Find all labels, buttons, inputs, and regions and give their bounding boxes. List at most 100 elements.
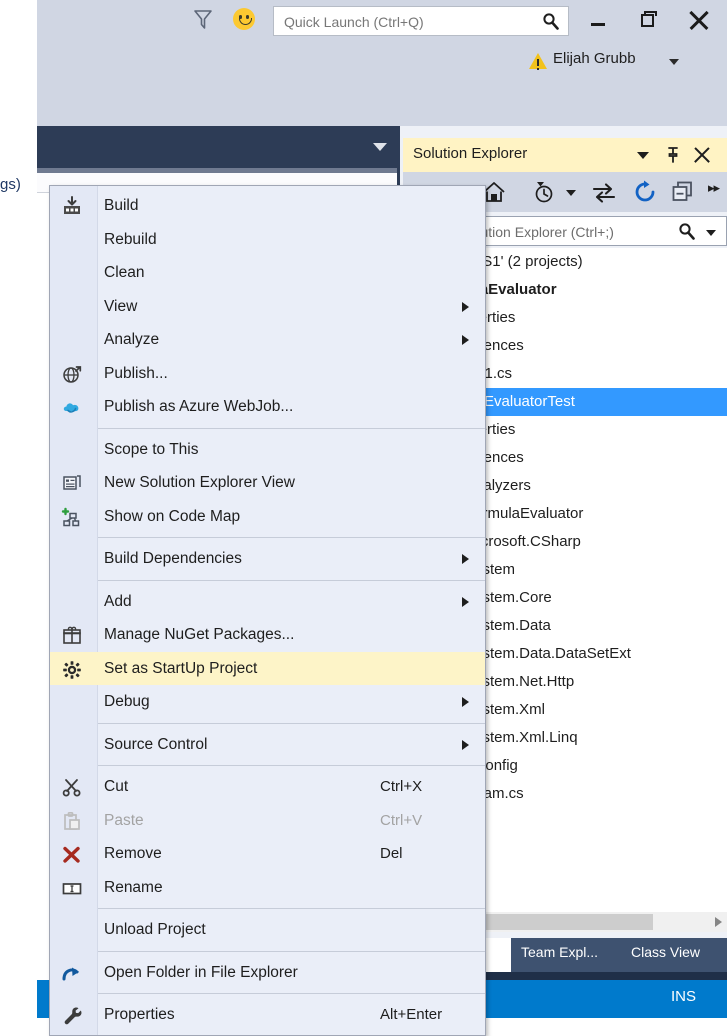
pending-changes-history-icon[interactable]	[531, 180, 557, 204]
menu-item-new-solution-explorer-view[interactable]: New Solution Explorer View	[50, 466, 485, 500]
menu-separator	[98, 537, 485, 538]
menu-item-cut[interactable]: Cut Ctrl+X	[50, 770, 485, 804]
menu-item-add[interactable]: Add	[50, 585, 485, 619]
close-button[interactable]	[684, 6, 714, 34]
tool-window-tab-team-expl[interactable]: Team Expl...	[521, 944, 598, 960]
editor-code-fragment: gs)	[0, 176, 21, 193]
title-bar-area: Elijah Grubb	[37, 0, 727, 126]
restore-icon-back	[644, 11, 657, 16]
chevron-down-icon[interactable]	[566, 190, 576, 196]
menu-item-properties[interactable]: Properties Alt+Enter	[50, 998, 485, 1032]
sync-with-active-document-icon[interactable]	[591, 180, 617, 204]
refresh-icon[interactable]	[633, 180, 657, 204]
restore-button[interactable]	[633, 6, 663, 34]
menu-item-shortcut: Ctrl+V	[380, 804, 422, 838]
scroll-right-arrow-icon[interactable]	[715, 917, 722, 927]
menu-item-label: Unload Project	[104, 913, 206, 947]
remove-x-icon	[61, 844, 83, 864]
menu-item-scope-to-this[interactable]: Scope to This	[50, 433, 485, 467]
publish-globe-icon	[61, 364, 83, 384]
search-icon[interactable]	[678, 222, 696, 241]
menu-item-label: Publish...	[104, 357, 168, 391]
project-context-menu: BuildRebuildCleanViewAnalyzePublish...Pu…	[49, 185, 486, 1036]
menu-item-set-as-startup-project[interactable]: Set as StartUp Project	[50, 652, 485, 686]
toolbar-overflow-icon[interactable]: ▸▸	[708, 180, 719, 196]
menu-item-label: Rename	[104, 871, 163, 905]
menu-item-shortcut: Del	[380, 837, 403, 871]
submenu-arrow-icon	[462, 554, 469, 564]
menu-separator	[98, 428, 485, 429]
menu-item-label: Show on Code Map	[104, 500, 240, 534]
search-icon[interactable]	[542, 12, 560, 31]
menu-item-publish[interactable]: Publish...	[50, 357, 485, 391]
menu-item-label: New Solution Explorer View	[104, 466, 295, 500]
menu-item-remove[interactable]: Remove Del	[50, 837, 485, 871]
menu-item-label: Open Folder in File Explorer	[104, 956, 298, 990]
smiley-mouth	[239, 18, 252, 25]
menu-item-clean[interactable]: Clean	[50, 256, 485, 290]
menu-item-label: Remove	[104, 837, 162, 871]
minimize-button[interactable]	[583, 6, 613, 34]
menu-item-label: Rebuild	[104, 223, 157, 257]
menu-item-show-on-code-map[interactable]: Show on Code Map	[50, 500, 485, 534]
account-row: Elijah Grubb	[37, 44, 727, 78]
close-icon[interactable]	[691, 145, 713, 165]
build-icon	[61, 196, 83, 216]
menu-item-unload-project[interactable]: Unload Project	[50, 913, 485, 947]
smiley-feedback-icon[interactable]	[233, 8, 255, 30]
code-map-icon	[61, 507, 83, 527]
menu-item-build-dependencies[interactable]: Build Dependencies	[50, 542, 485, 576]
menu-item-rebuild[interactable]: Rebuild	[50, 223, 485, 257]
menu-separator	[98, 580, 485, 581]
cut-scissors-icon	[61, 777, 83, 797]
menu-item-label: Build Dependencies	[104, 542, 242, 576]
menu-item-shortcut: Ctrl+X	[380, 770, 422, 804]
account-name[interactable]: Elijah Grubb	[553, 50, 636, 67]
menu-item-publish-as-azure-webjob[interactable]: Publish as Azure WebJob...	[50, 390, 485, 424]
menu-item-open-folder-in-file-explorer[interactable]: Open Folder in File Explorer	[50, 956, 485, 990]
menu-separator	[98, 951, 485, 952]
nuget-icon	[61, 625, 83, 645]
chevron-down-icon[interactable]	[706, 230, 716, 236]
menu-item-label: Clean	[104, 256, 145, 290]
quick-launch-input[interactable]	[282, 7, 536, 37]
editor-left-area	[0, 0, 37, 1018]
menu-item-debug[interactable]: Debug	[50, 685, 485, 719]
menu-item-label: Scope to This	[104, 433, 199, 467]
menu-item-build[interactable]: Build	[50, 189, 485, 223]
quick-launch-box[interactable]	[273, 6, 569, 36]
menu-item-label: Properties	[104, 998, 175, 1032]
warning-exclamation-stem	[537, 59, 539, 66]
menu-item-label: Source Control	[104, 728, 207, 762]
wrench-icon	[61, 1005, 83, 1025]
menu-item-view[interactable]: View	[50, 290, 485, 324]
menu-item-label: Manage NuGet Packages...	[104, 618, 294, 652]
collapse-all-icon[interactable]	[671, 180, 695, 204]
rename-icon	[61, 878, 83, 898]
open-folder-arrow-icon	[61, 963, 83, 983]
menu-item-paste: PasteCtrl+V	[50, 804, 485, 838]
menu-item-analyze[interactable]: Analyze	[50, 323, 485, 357]
menu-item-rename[interactable]: Rename	[50, 871, 485, 905]
gear-icon	[61, 659, 83, 679]
chevron-down-icon[interactable]	[373, 143, 387, 151]
submenu-arrow-icon	[462, 740, 469, 750]
paste-icon	[61, 811, 83, 831]
menu-item-manage-nuget-packages[interactable]: Manage NuGet Packages...	[50, 618, 485, 652]
menu-item-label: Debug	[104, 685, 150, 719]
menu-item-shortcut: Alt+Enter	[380, 998, 442, 1032]
panel-title: Solution Explorer	[413, 145, 527, 162]
status-insert-mode: INS	[671, 988, 696, 1005]
context-menu-items: BuildRebuildCleanViewAnalyzePublish...Pu…	[50, 189, 485, 1032]
tool-window-tab-class-view[interactable]: Class View	[631, 944, 700, 960]
pin-icon[interactable]	[663, 145, 683, 165]
visual-studio-window: Elijah Grubb gs) Solution Explorer	[0, 0, 727, 1018]
menu-separator	[98, 993, 485, 994]
submenu-arrow-icon	[462, 302, 469, 312]
chevron-down-icon[interactable]	[637, 152, 649, 159]
chevron-down-icon[interactable]	[669, 59, 679, 65]
tool-window-tab-strip: Team Expl... Class View	[511, 938, 727, 972]
menu-item-source-control[interactable]: Source Control	[50, 728, 485, 762]
filter-funnel-icon[interactable]	[190, 6, 216, 32]
menu-item-label: Cut	[104, 770, 128, 804]
